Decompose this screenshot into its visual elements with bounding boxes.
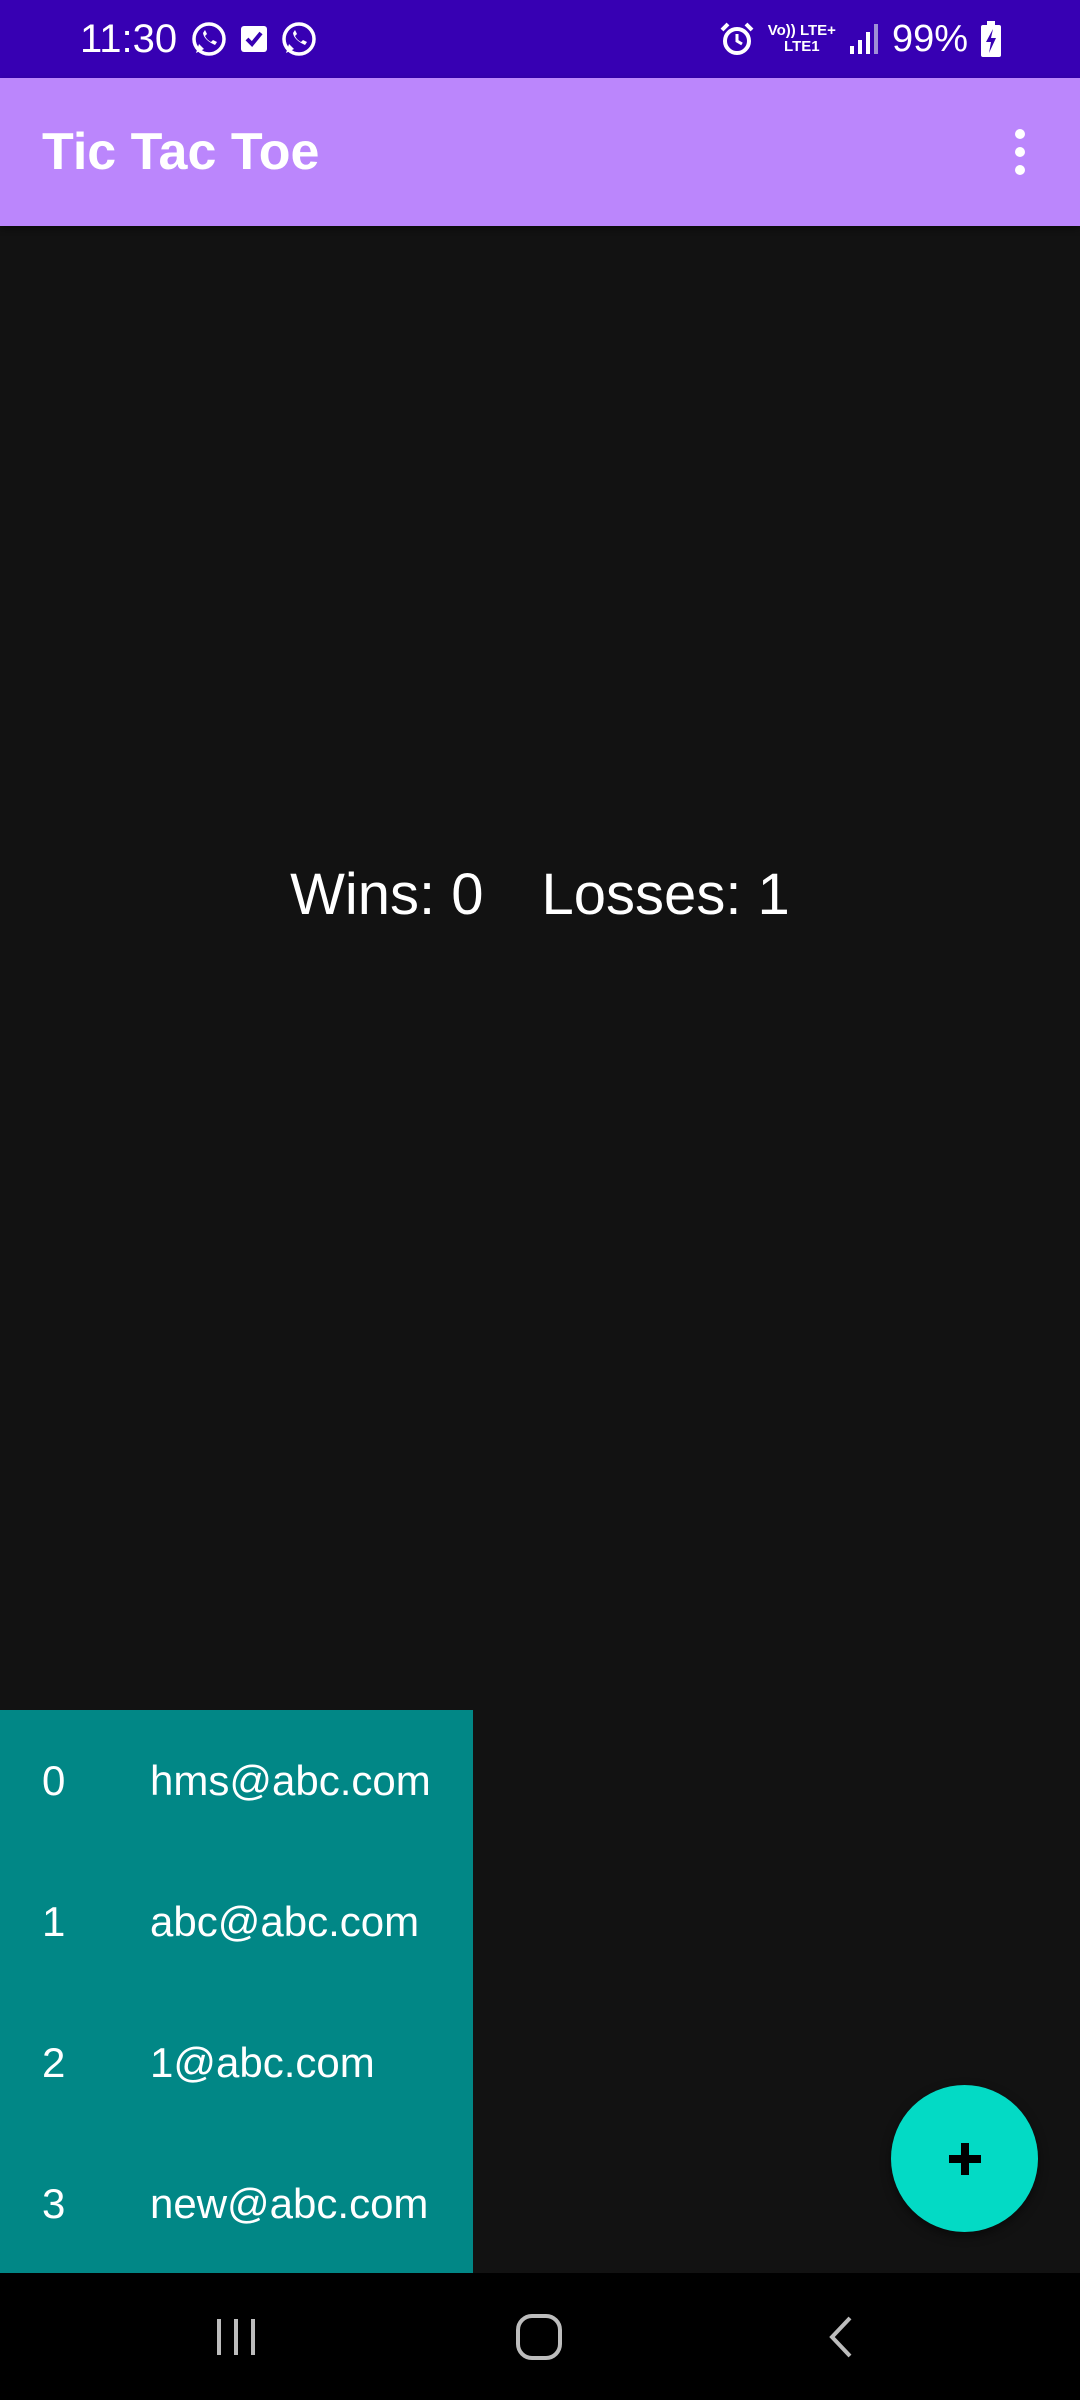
back-icon (829, 2316, 852, 2357)
player-index: 1 (42, 1897, 66, 1945)
battery-charging-icon (981, 21, 1001, 57)
status-right: Vo)) LTE+ LTE1 99% (718, 14, 1002, 64)
player-email: 1@abc.com (150, 2038, 375, 2086)
signal-icon (849, 24, 878, 54)
status-bar: 11:30 Vo)) LTE+ LTE1 99% (0, 0, 1080, 78)
menu-dot (1015, 129, 1025, 139)
wins-label: Wins: 0 (290, 862, 484, 927)
player-index: 0 (42, 1756, 66, 1804)
home-icon (516, 2313, 562, 2360)
player-index: 2 (42, 2038, 66, 2086)
navigation-bar (0, 2273, 1080, 2400)
status-time: 11:30 (80, 17, 178, 61)
alarm-icon (720, 22, 754, 55)
player-index: 3 (42, 2179, 66, 2227)
more-vert-icon[interactable] (990, 122, 1050, 182)
whatsapp-icon (192, 22, 226, 56)
back-button[interactable] (792, 2293, 892, 2380)
recents-icon (217, 2318, 255, 2355)
player-row[interactable]: 0 hms@abc.com (0, 1710, 473, 1851)
player-email: hms@abc.com (150, 1756, 431, 1804)
check-square-icon (241, 26, 267, 52)
whatsapp-icon (282, 22, 316, 56)
plus-icon (948, 2142, 981, 2175)
network-line2: LTE1 (784, 38, 820, 55)
app-title: Tic Tac Toe (42, 123, 320, 181)
battery-percent: 99% (891, 18, 968, 60)
menu-dot (1015, 165, 1025, 175)
recents-button[interactable] (186, 2293, 286, 2380)
player-row[interactable]: 1 abc@abc.com (0, 1851, 473, 1992)
home-button[interactable] (489, 2293, 589, 2380)
player-row[interactable]: 2 1@abc.com (0, 1992, 473, 2133)
network-indicator: Vo)) LTE+ LTE1 (768, 23, 836, 55)
menu-dot (1015, 147, 1025, 157)
player-row[interactable]: 3 new@abc.com (0, 2133, 473, 2274)
network-line1: Vo)) LTE+ (767, 22, 836, 39)
player-list: 0 hms@abc.com 1 abc@abc.com 2 1@abc.com … (0, 1710, 473, 2274)
screen: 11:30 Vo)) LTE+ LTE1 99% Tic Tac Toe Win… (0, 0, 1080, 2400)
player-email: new@abc.com (150, 2179, 429, 2227)
add-game-button[interactable] (891, 2085, 1038, 2232)
app-bar: Tic Tac Toe (0, 78, 1080, 226)
player-email: abc@abc.com (150, 1897, 420, 1945)
score-display: Wins: 0 Losses: 1 (0, 860, 1080, 930)
losses-label: Losses: 1 (541, 862, 790, 927)
notification-icons (190, 16, 318, 62)
